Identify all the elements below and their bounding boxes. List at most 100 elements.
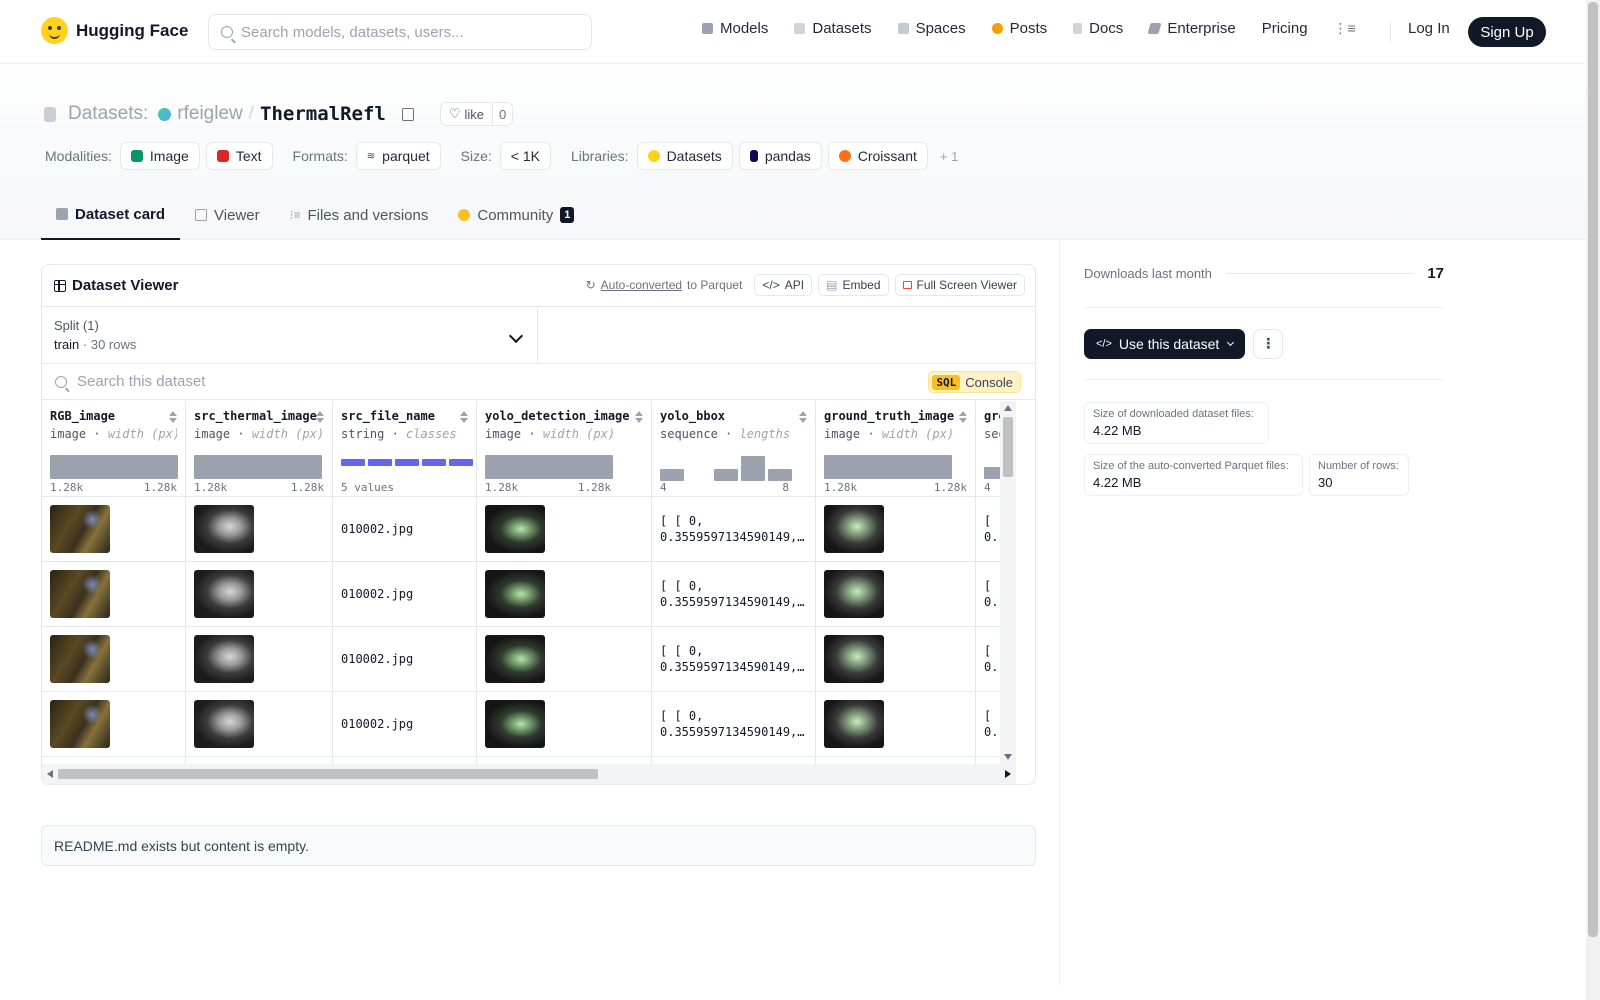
tab-community[interactable]: Community 1: [443, 190, 589, 240]
auto-converted-link[interactable]: Auto-converted: [601, 278, 682, 292]
table-cell[interactable]: [42, 627, 185, 692]
ground-truth-thumbnail[interactable]: [824, 505, 884, 553]
tab-viewer[interactable]: Viewer: [180, 190, 275, 240]
scroll-left-icon[interactable]: [47, 770, 53, 778]
table-cell[interactable]: [816, 627, 975, 692]
sort-icon[interactable]: [635, 411, 643, 423]
table-cell[interactable]: [42, 757, 185, 764]
nav-spaces[interactable]: Spaces: [897, 20, 966, 37]
tag-pandas[interactable]: pandas: [738, 142, 822, 170]
table-cell[interactable]: [42, 692, 185, 757]
class-bar[interactable]: [422, 459, 446, 466]
table-cell[interactable]: [477, 497, 651, 562]
sort-icon[interactable]: [316, 411, 324, 423]
tag-parquet[interactable]: ≋ parquet: [355, 142, 441, 170]
scroll-right-icon[interactable]: [1005, 770, 1011, 778]
like-button[interactable]: ♡ like: [441, 103, 494, 125]
dataset-search-input[interactable]: Search this dataset SQL Console: [42, 364, 1035, 400]
rgb-thumbnail[interactable]: [50, 505, 110, 553]
vertical-scroll-thumb[interactable]: [1003, 417, 1013, 477]
column-header[interactable]: src_thermal_image image · width (px) 1.2…: [186, 401, 332, 497]
length-bar[interactable]: [741, 456, 765, 481]
horizontal-scroll-thumb[interactable]: [58, 769, 598, 779]
nav-enterprise[interactable]: Enterprise: [1147, 20, 1236, 37]
table-horizontal-scrollbar[interactable]: [42, 764, 1016, 784]
yolo-thumbnail[interactable]: [485, 635, 545, 683]
scroll-up-icon[interactable]: [1004, 405, 1012, 411]
split-selector[interactable]: Split (1) train · 30 rows: [42, 307, 538, 363]
table-cell[interactable]: [ [ 0, 0.3559597134590149,…: [652, 562, 815, 627]
nav-models[interactable]: Models: [702, 20, 768, 37]
page-scroll-thumb[interactable]: [1588, 2, 1598, 937]
use-this-dataset-button[interactable]: </> Use this dataset: [1084, 328, 1246, 359]
tab-files[interactable]: ⁝≡ Files and versions: [275, 190, 444, 240]
sort-icon[interactable]: [959, 411, 967, 423]
thermal-thumbnail[interactable]: [194, 505, 254, 553]
sort-icon[interactable]: [799, 411, 807, 423]
table-cell[interactable]: [186, 627, 332, 692]
class-bar[interactable]: [341, 459, 365, 466]
table-cell[interactable]: 010002.jpg: [333, 562, 476, 627]
sql-console-button[interactable]: SQL Console: [928, 371, 1021, 393]
nav-docs[interactable]: Docs: [1073, 20, 1123, 37]
column-header[interactable]: src_file_name string · classes 5 values: [333, 401, 476, 497]
length-bar[interactable]: [768, 469, 792, 481]
table-cell[interactable]: [186, 692, 332, 757]
thermal-thumbnail[interactable]: [194, 570, 254, 618]
table-cell[interactable]: 010002.jpg: [333, 627, 476, 692]
column-header[interactable]: RGB_image image · width (px) 1.28k 1.28k: [42, 401, 185, 497]
tag-croissant[interactable]: Croissant: [827, 142, 928, 170]
ground-truth-thumbnail[interactable]: [824, 635, 884, 683]
thermal-thumbnail[interactable]: [194, 700, 254, 748]
rgb-thumbnail[interactable]: [50, 635, 110, 683]
table-cell[interactable]: [186, 757, 332, 764]
table-cell[interactable]: [477, 627, 651, 692]
table-cell[interactable]: [477, 562, 651, 627]
histogram-bar[interactable]: [485, 455, 613, 479]
table-cell[interactable]: [ [ 0, 0.3559597134590149,…: [652, 692, 815, 757]
column-header[interactable]: ground_truth_image image · width (px) 1.…: [816, 401, 975, 497]
yolo-thumbnail[interactable]: [485, 505, 545, 553]
thermal-thumbnail[interactable]: [194, 635, 254, 683]
api-button[interactable]: </> API: [754, 274, 813, 296]
class-bar[interactable]: [449, 459, 473, 466]
ground-truth-thumbnail[interactable]: [824, 700, 884, 748]
more-libraries[interactable]: + 1: [940, 149, 958, 164]
table-cell[interactable]: [186, 497, 332, 562]
rgb-thumbnail[interactable]: [50, 570, 110, 618]
tag-size[interactable]: < 1K: [499, 142, 551, 170]
length-bar[interactable]: [714, 469, 738, 481]
login-link[interactable]: Log In: [1408, 20, 1450, 37]
page-scrollbar[interactable]: [1586, 0, 1600, 1000]
histogram-bar[interactable]: [50, 455, 178, 479]
table-cell[interactable]: [816, 692, 975, 757]
nav-posts[interactable]: Posts: [991, 20, 1047, 37]
length-bar[interactable]: [660, 469, 684, 481]
tag-datasets-lib[interactable]: Datasets: [636, 142, 733, 170]
sort-icon[interactable]: [460, 411, 468, 423]
embed-button[interactable]: ▤ Embed: [818, 274, 889, 296]
class-bar[interactable]: [395, 459, 419, 466]
yolo-thumbnail[interactable]: [485, 700, 545, 748]
nav-pricing[interactable]: Pricing: [1262, 20, 1308, 37]
owner-link[interactable]: rfeiglew: [177, 103, 242, 125]
home-logo-link[interactable]: Hugging Face: [41, 17, 188, 44]
like-count[interactable]: 0: [493, 107, 512, 122]
menu-icon[interactable]: ⋮≡: [1334, 20, 1356, 37]
table-vertical-scrollbar[interactable]: [1000, 401, 1016, 764]
table-cell[interactable]: 010002.jpg: [333, 497, 476, 562]
rgb-thumbnail[interactable]: [50, 700, 110, 748]
nav-datasets[interactable]: Datasets: [794, 20, 872, 37]
table-cell[interactable]: [816, 497, 975, 562]
table-cell[interactable]: [42, 562, 185, 627]
table-cell[interactable]: [816, 562, 975, 627]
full-screen-viewer-button[interactable]: Full Screen Viewer: [894, 274, 1025, 296]
ground-truth-thumbnail[interactable]: [824, 570, 884, 618]
section-label[interactable]: Datasets:: [68, 103, 148, 125]
scroll-down-icon[interactable]: [1004, 754, 1012, 760]
histogram-bar[interactable]: [194, 455, 322, 479]
table-cell[interactable]: [ [ 0, 0.3559597134590149,…: [652, 497, 815, 562]
global-search-input[interactable]: Search models, datasets, users...: [208, 14, 592, 50]
table-cell[interactable]: [333, 757, 476, 764]
yolo-thumbnail[interactable]: [485, 570, 545, 618]
